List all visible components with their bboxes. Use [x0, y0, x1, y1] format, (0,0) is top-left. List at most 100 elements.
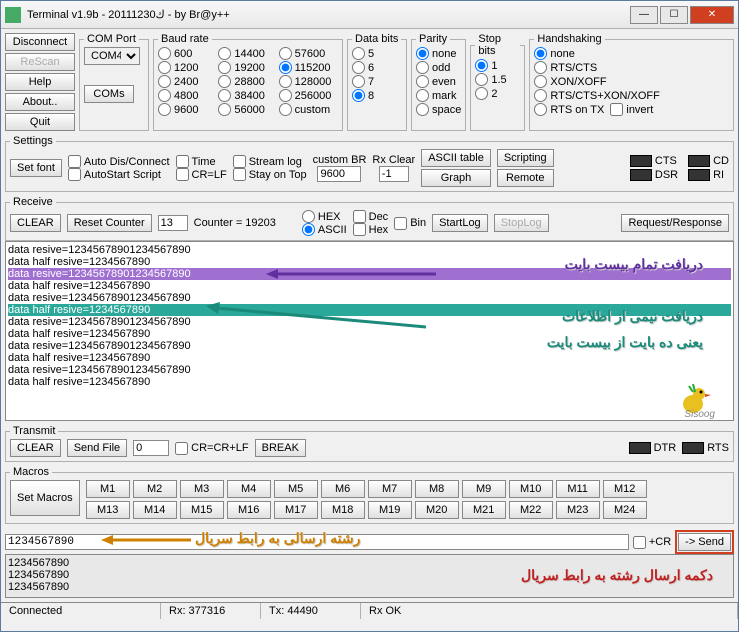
hs-xonxoff[interactable]: XON/XOFF — [534, 75, 729, 88]
macro-m20[interactable]: M20 — [415, 501, 459, 519]
macro-m22[interactable]: M22 — [509, 501, 553, 519]
baud-28800[interactable]: 28800 — [218, 75, 277, 88]
macro-m16[interactable]: M16 — [227, 501, 271, 519]
rescan-button[interactable]: ReScan — [5, 53, 75, 71]
delay-input[interactable] — [133, 440, 169, 456]
baud-2400[interactable]: 2400 — [158, 75, 217, 88]
macro-m12[interactable]: M12 — [603, 480, 647, 498]
macro-m17[interactable]: M17 — [274, 501, 318, 519]
parity-even[interactable]: even — [416, 75, 461, 88]
macro-m18[interactable]: M18 — [321, 501, 365, 519]
stopbits-2[interactable]: 2 — [475, 87, 520, 100]
parity-space[interactable]: space — [416, 103, 461, 116]
reset-counter-button[interactable]: Reset Counter — [67, 214, 152, 232]
hs-none[interactable]: none — [534, 47, 729, 60]
baud-4800[interactable]: 4800 — [158, 89, 217, 102]
baud-128000[interactable]: 128000 — [279, 75, 338, 88]
baud-115200[interactable]: 115200 — [279, 61, 338, 74]
baud-1200[interactable]: 1200 — [158, 61, 217, 74]
custom-br-input[interactable] — [317, 166, 361, 182]
close-button[interactable]: ✕ — [690, 6, 734, 24]
receive-textarea[interactable]: data resive=12345678901234567890 data ha… — [5, 241, 734, 421]
scripting-button[interactable]: Scripting — [497, 149, 554, 167]
baud-19200[interactable]: 19200 — [218, 61, 277, 74]
help-button[interactable]: Help — [5, 73, 75, 91]
send-log[interactable]: 1234567890 1234567890 1234567890 دکمه ار… — [5, 554, 734, 598]
request-response-button[interactable]: Request/Response — [621, 214, 729, 232]
baud-14400[interactable]: 14400 — [218, 47, 277, 60]
auto-start-check[interactable]: AutoStart Script — [68, 168, 170, 181]
hs-invert[interactable]: invert — [610, 103, 653, 116]
baud-custom[interactable]: custom — [279, 103, 338, 116]
macro-m9[interactable]: M9 — [462, 480, 506, 498]
macro-m8[interactable]: M8 — [415, 480, 459, 498]
time-check[interactable]: Time — [176, 155, 227, 168]
disconnect-button[interactable]: Disconnect — [5, 33, 75, 51]
databits-8[interactable]: 8 — [352, 89, 402, 102]
remote-button[interactable]: Remote — [497, 169, 554, 187]
baud-38400[interactable]: 38400 — [218, 89, 277, 102]
rx-clear-input[interactable] — [379, 166, 409, 182]
macro-m15[interactable]: M15 — [180, 501, 224, 519]
parity-odd[interactable]: odd — [416, 61, 461, 74]
rx-bin-check[interactable]: Bin — [394, 217, 426, 230]
counter-select[interactable] — [158, 215, 188, 231]
set-font-button[interactable]: Set font — [10, 159, 62, 177]
cr-crlf-check[interactable]: CR=CR+LF — [175, 442, 248, 455]
auto-dis-check[interactable]: Auto Dis/Connect — [68, 155, 170, 168]
coms-button[interactable]: COMs — [84, 85, 134, 103]
parity-none[interactable]: none — [416, 47, 461, 60]
send-file-button[interactable]: Send File — [67, 439, 127, 457]
databits-5[interactable]: 5 — [352, 47, 402, 60]
start-log-button[interactable]: StartLog — [432, 214, 488, 232]
ascii-table-button[interactable]: ASCII table — [421, 149, 491, 167]
macro-m14[interactable]: M14 — [133, 501, 177, 519]
macro-m3[interactable]: M3 — [180, 480, 224, 498]
receive-clear-button[interactable]: CLEAR — [10, 214, 61, 232]
com-port-select[interactable]: COM4 — [84, 47, 140, 65]
macro-m5[interactable]: M5 — [274, 480, 318, 498]
macro-m1[interactable]: M1 — [86, 480, 130, 498]
macro-m4[interactable]: M4 — [227, 480, 271, 498]
baud-57600[interactable]: 57600 — [279, 47, 338, 60]
macro-m11[interactable]: M11 — [556, 480, 600, 498]
set-macros-button[interactable]: Set Macros — [10, 480, 80, 516]
stay-on-top-check[interactable]: Stay on Top — [233, 168, 307, 181]
hs-rtsontx[interactable]: RTS on TX — [534, 103, 604, 116]
rx-ascii-radio[interactable]: ASCII — [302, 223, 347, 236]
stopbits-1[interactable]: 1 — [475, 59, 520, 72]
macro-m24[interactable]: M24 — [603, 501, 647, 519]
macro-m23[interactable]: M23 — [556, 501, 600, 519]
rts-led[interactable] — [682, 442, 704, 454]
quit-button[interactable]: Quit — [5, 113, 75, 131]
stop-log-button[interactable]: StopLog — [494, 214, 549, 232]
macro-m6[interactable]: M6 — [321, 480, 365, 498]
databits-7[interactable]: 7 — [352, 75, 402, 88]
macro-m7[interactable]: M7 — [368, 480, 412, 498]
about-button[interactable]: About.. — [5, 93, 75, 111]
send-button[interactable]: -> Send — [678, 533, 731, 551]
rx-hex-check[interactable]: Hex — [353, 223, 389, 236]
transmit-clear-button[interactable]: CLEAR — [10, 439, 61, 457]
parity-mark[interactable]: mark — [416, 89, 461, 102]
stopbits-1-5[interactable]: 1.5 — [475, 73, 520, 86]
macro-m10[interactable]: M10 — [509, 480, 553, 498]
rx-dec-check[interactable]: Dec — [353, 210, 389, 223]
macro-m21[interactable]: M21 — [462, 501, 506, 519]
graph-button[interactable]: Graph — [421, 169, 491, 187]
baud-9600[interactable]: 9600 — [158, 103, 217, 116]
crlf-check[interactable]: CR=LF — [176, 168, 227, 181]
baud-600[interactable]: 600 — [158, 47, 217, 60]
rx-hex-radio[interactable]: HEX — [302, 210, 347, 223]
hs-rtscts[interactable]: RTS/CTS — [534, 61, 729, 74]
macro-m19[interactable]: M19 — [368, 501, 412, 519]
databits-6[interactable]: 6 — [352, 61, 402, 74]
macro-m2[interactable]: M2 — [133, 480, 177, 498]
stream-log-check[interactable]: Stream log — [233, 155, 307, 168]
hs-both[interactable]: RTS/CTS+XON/XOFF — [534, 89, 729, 102]
baud-256000[interactable]: 256000 — [279, 89, 338, 102]
macro-m13[interactable]: M13 — [86, 501, 130, 519]
baud-56000[interactable]: 56000 — [218, 103, 277, 116]
dtr-led[interactable] — [629, 442, 651, 454]
break-button[interactable]: BREAK — [255, 439, 306, 457]
